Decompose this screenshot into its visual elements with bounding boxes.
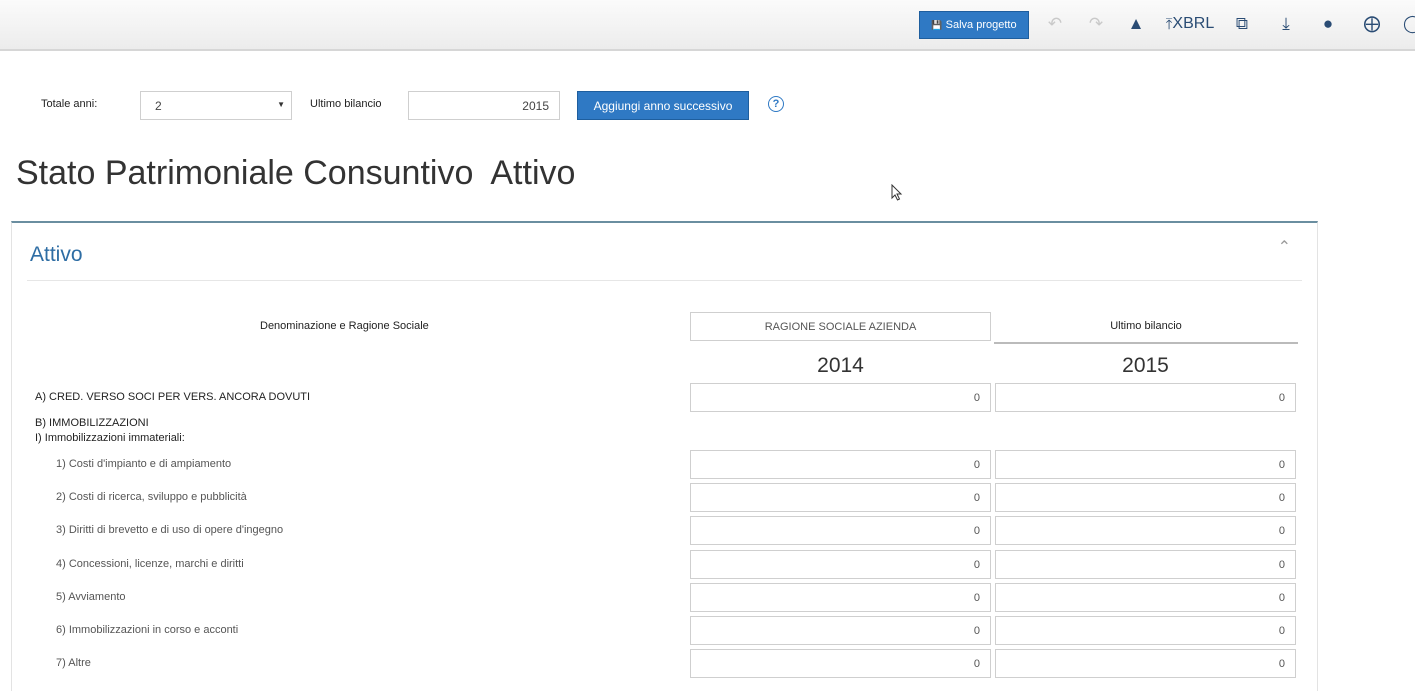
save-project-button[interactable]: 💾 Salva progetto bbox=[919, 11, 1029, 39]
section-label-b-i: I) Immobilizzazioni immateriali: bbox=[35, 432, 185, 444]
tag-icon[interactable]: ● bbox=[1318, 13, 1338, 35]
undo-icon[interactable]: ↶ bbox=[1045, 13, 1065, 35]
totale-anni-value: 2 bbox=[155, 98, 162, 113]
value-input-5-2014[interactable]: 0 bbox=[690, 583, 991, 612]
ultimo-bilancio-label: Ultimo bilancio bbox=[310, 98, 382, 110]
value-text: 0 bbox=[973, 558, 980, 571]
year-header-2015: 2015 bbox=[1122, 354, 1169, 377]
value-text: 0 bbox=[1278, 657, 1285, 670]
copy-icon[interactable]: ⧉ bbox=[1232, 13, 1252, 35]
caret-down-icon: ▼ bbox=[277, 100, 285, 109]
value-input-3-2014[interactable]: 0 bbox=[690, 516, 991, 545]
upload-icon: ⤒ bbox=[1165, 15, 1173, 33]
save-project-label: Salva progetto bbox=[945, 19, 1017, 31]
value-input-7-2015[interactable]: 0 bbox=[995, 649, 1296, 678]
value-text: 0 bbox=[973, 491, 980, 504]
denominazione-value: RAGIONE SOCIALE AZIENDA bbox=[764, 320, 917, 333]
row-label-4: 4) Concessioni, licenze, marchi e diritt… bbox=[56, 558, 244, 570]
column-underline bbox=[994, 342, 1298, 344]
ultimo-bilancio-column-label: Ultimo bilancio bbox=[1110, 320, 1182, 332]
download-icon[interactable]: ⤓ bbox=[1276, 13, 1296, 35]
value-input-a-2015[interactable]: 0 bbox=[995, 383, 1296, 412]
value-text: 0 bbox=[973, 657, 980, 670]
help-icon[interactable]: ? bbox=[768, 96, 784, 112]
panel-title: Attivo bbox=[30, 243, 83, 266]
value-text: 0 bbox=[973, 624, 980, 637]
top-toolbar: 💾 Salva progetto ↶ ↷ ▲ ⤒ XBRL ⧉ ⤓ ● ⨁ ◯ bbox=[0, 0, 1415, 51]
value-input-4-2015[interactable]: 0 bbox=[995, 550, 1296, 579]
value-input-5-2015[interactable]: 0 bbox=[995, 583, 1296, 612]
value-text: 0 bbox=[973, 391, 980, 404]
value-text: 0 bbox=[973, 591, 980, 604]
value-input-a-2014[interactable]: 0 bbox=[690, 383, 991, 412]
value-input-6-2014[interactable]: 0 bbox=[690, 616, 991, 645]
value-input-6-2015[interactable]: 0 bbox=[995, 616, 1296, 645]
value-text: 0 bbox=[973, 524, 980, 537]
value-input-2-2014[interactable]: 0 bbox=[690, 483, 991, 512]
help-symbol: ? bbox=[772, 98, 780, 110]
value-input-1-2015[interactable]: 0 bbox=[995, 450, 1296, 479]
denominazione-input[interactable]: RAGIONE SOCIALE AZIENDA bbox=[690, 312, 991, 341]
add-next-year-button[interactable]: Aggiungi anno successivo bbox=[577, 91, 749, 120]
value-text: 0 bbox=[1278, 558, 1285, 571]
value-text: 0 bbox=[1278, 624, 1285, 637]
totale-anni-label: Totale anni: bbox=[41, 98, 98, 110]
value-text: 0 bbox=[973, 458, 980, 471]
denominazione-label: Denominazione e Ragione Sociale bbox=[260, 320, 429, 332]
row-label-6: 6) Immobilizzazioni in corso e acconti bbox=[56, 624, 239, 636]
row-label-a: A) CRED. VERSO SOCI PER VERS. ANCORA DOV… bbox=[35, 391, 311, 403]
row-label-7: 7) Altre bbox=[56, 657, 91, 669]
row-label-2: 2) Costi di ricerca, sviluppo e pubblici… bbox=[56, 491, 247, 503]
redo-icon[interactable]: ↷ bbox=[1086, 13, 1106, 35]
ultimo-bilancio-value: 2015 bbox=[522, 98, 549, 113]
chevron-up-icon[interactable]: ⌃ bbox=[1278, 237, 1291, 257]
value-input-7-2014[interactable]: 0 bbox=[690, 649, 991, 678]
value-input-1-2014[interactable]: 0 bbox=[690, 450, 991, 479]
value-text: 0 bbox=[1278, 591, 1285, 604]
row-label-1: 1) Costi d'impianto e di ampiamento bbox=[56, 458, 232, 470]
value-text: 0 bbox=[1278, 458, 1285, 471]
mouse-cursor-icon bbox=[891, 184, 903, 201]
row-label-3: 3) Diritti di brevetto e di uso di opere… bbox=[56, 524, 284, 536]
upload-xbrl-button[interactable]: ⤒ XBRL bbox=[1158, 13, 1222, 35]
value-input-3-2015[interactable]: 0 bbox=[995, 516, 1296, 545]
save-icon: 💾 bbox=[931, 19, 943, 30]
value-text: 0 bbox=[1278, 524, 1285, 537]
value-text: 0 bbox=[1278, 391, 1285, 404]
page-title: Stato Patrimoniale Consuntivo Attivo bbox=[16, 154, 576, 192]
year-header-2014: 2014 bbox=[817, 354, 864, 377]
lifebuoy-icon[interactable]: ⨁ bbox=[1362, 13, 1382, 35]
row-label-5: 5) Avviamento bbox=[56, 591, 126, 603]
xbrl-label: XBRL bbox=[1172, 15, 1215, 32]
totale-anni-select[interactable]: 2 ▼ bbox=[140, 91, 292, 120]
settings-icon[interactable]: ◯ bbox=[1403, 13, 1415, 35]
section-label-b: B) IMMOBILIZZAZIONI bbox=[35, 417, 149, 429]
ultimo-bilancio-input[interactable]: 2015 bbox=[408, 91, 560, 120]
warning-icon[interactable]: ▲ bbox=[1126, 13, 1146, 35]
value-input-4-2014[interactable]: 0 bbox=[690, 550, 991, 579]
value-input-2-2015[interactable]: 0 bbox=[995, 483, 1296, 512]
panel-divider bbox=[27, 280, 1302, 281]
value-text: 0 bbox=[1278, 491, 1285, 504]
